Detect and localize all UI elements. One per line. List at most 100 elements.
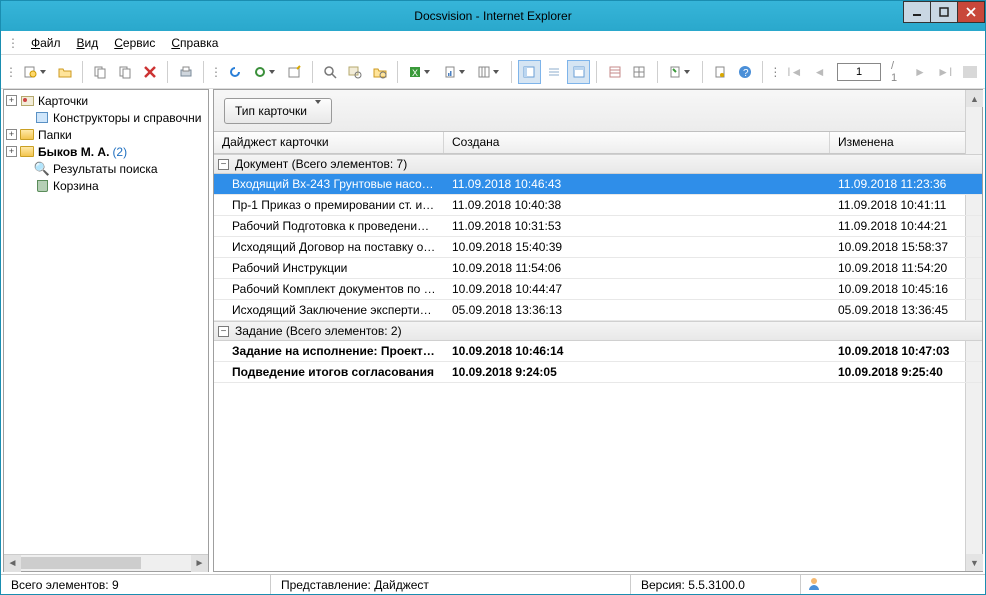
folder-icon xyxy=(20,129,34,140)
edit-button[interactable] xyxy=(283,60,306,84)
cell-digest: Рабочий Инструкции xyxy=(214,261,444,275)
table-row[interactable]: Рабочий Инструкции10.09.2018 11:54:0610.… xyxy=(214,258,982,279)
page-input[interactable] xyxy=(837,63,881,81)
page-nav-button[interactable] xyxy=(958,60,981,84)
menu-view[interactable]: Вид xyxy=(69,34,107,52)
refresh-button[interactable] xyxy=(224,60,247,84)
help-button[interactable]: ? xyxy=(734,60,757,84)
table-row[interactable]: Входящий Вх-243 Грунтовые насосы11.09.20… xyxy=(214,174,982,195)
view-grid-button[interactable] xyxy=(628,60,651,84)
group-label: Задание (Всего элементов: 2) xyxy=(235,324,402,338)
cell-created: 11.09.2018 10:31:53 xyxy=(444,219,830,233)
table-row[interactable]: Исходящий Заключение экспертизы п…05.09.… xyxy=(214,300,982,321)
card-search-button[interactable] xyxy=(344,60,367,84)
cell-digest: Подведение итогов согласования xyxy=(214,365,444,379)
settings-button[interactable] xyxy=(709,60,732,84)
scrollbar-thumb[interactable] xyxy=(21,557,141,569)
table-row[interactable]: Пр-1 Приказ о премировании ст. инж…11.09… xyxy=(214,195,982,216)
group-row[interactable]: −Документ (Всего элементов: 7) xyxy=(214,154,982,174)
export-excel-button[interactable]: X xyxy=(404,60,436,84)
view-table-button[interactable] xyxy=(603,60,626,84)
column-header-modified[interactable]: Изменена xyxy=(830,132,982,153)
print-button[interactable] xyxy=(174,60,197,84)
report-button[interactable] xyxy=(438,60,470,84)
cell-modified: 10.09.2018 9:25:40 xyxy=(830,365,982,379)
menu-help[interactable]: Справка xyxy=(163,34,226,52)
prev-page-button[interactable]: ◄ xyxy=(808,60,831,84)
cell-modified: 11.09.2018 10:44:21 xyxy=(830,219,982,233)
tree-item-constructors[interactable]: Конструкторы и справочни xyxy=(6,109,206,126)
status-total: Всего элементов: 9 xyxy=(1,575,271,594)
group-collapse-icon[interactable]: − xyxy=(218,159,229,170)
chevron-down-icon xyxy=(457,70,467,74)
tree-horizontal-scrollbar[interactable]: ◄ ► xyxy=(4,554,208,571)
search-button[interactable] xyxy=(319,60,342,84)
open-folder-button[interactable] xyxy=(53,60,76,84)
book-icon xyxy=(36,112,48,123)
menubar-grip-icon: ⋮ xyxy=(7,36,17,50)
chevron-down-icon xyxy=(267,70,277,74)
grid-header: Дайджест карточки Создана Изменена xyxy=(214,132,982,154)
tree-item-cards[interactable]: + Карточки xyxy=(6,92,206,109)
paste-button[interactable] xyxy=(114,60,137,84)
cell-created: 10.09.2018 15:40:39 xyxy=(444,240,830,254)
table-row[interactable]: Рабочий Комплект документов по про…10.09… xyxy=(214,279,982,300)
cell-digest: Входящий Вх-243 Грунтовые насосы xyxy=(214,177,444,191)
view-detail-button[interactable] xyxy=(518,60,541,84)
cell-modified: 11.09.2018 10:41:11 xyxy=(830,198,982,212)
table-row[interactable]: Рабочий Подготовка к проведению се…11.09… xyxy=(214,216,982,237)
tree-item-folders[interactable]: + Папки xyxy=(6,126,206,143)
status-version: Версия: 5.5.3100.0 xyxy=(631,575,801,594)
folder-search-button[interactable] xyxy=(368,60,391,84)
toolbar: ⋮ ⋮ xyxy=(1,55,985,89)
tree-item-trash[interactable]: Корзина xyxy=(6,177,206,194)
column-header-digest[interactable]: Дайджест карточки xyxy=(214,132,444,153)
user-icon xyxy=(807,576,821,593)
cell-created: 10.09.2018 10:44:47 xyxy=(444,282,830,296)
close-button[interactable] xyxy=(957,1,985,23)
svg-text:X: X xyxy=(412,68,418,78)
filter-button[interactable] xyxy=(664,60,696,84)
maximize-button[interactable] xyxy=(930,1,958,23)
grid-toolbar: Тип карточки xyxy=(214,90,982,132)
tree-item-count: (2) xyxy=(112,145,127,159)
chevron-down-icon xyxy=(315,104,321,118)
columns-button[interactable] xyxy=(473,60,505,84)
cell-created: 11.09.2018 10:40:38 xyxy=(444,198,830,212)
new-item-button[interactable] xyxy=(19,60,51,84)
chevron-down-icon xyxy=(38,70,48,74)
type-card-dropdown[interactable]: Тип карточки xyxy=(224,98,332,124)
scroll-up-button[interactable]: ▲ xyxy=(966,90,983,107)
table-row[interactable]: Подведение итогов согласования10.09.2018… xyxy=(214,362,982,383)
toolbar-grip-icon: ⋮ xyxy=(210,65,222,79)
copy-button[interactable] xyxy=(89,60,112,84)
search-results-icon: 🔍 xyxy=(34,162,50,176)
group-collapse-icon[interactable]: − xyxy=(218,326,229,337)
menu-file[interactable]: Файл xyxy=(23,34,69,52)
table-row[interactable]: Задание на исполнение: Проекте ра…10.09.… xyxy=(214,341,982,362)
toolbar-grip-icon: ⋮ xyxy=(769,65,781,79)
scroll-right-button[interactable]: ► xyxy=(191,555,208,572)
tree-pane: + Карточки Конструкторы и справочни + Па… xyxy=(3,89,209,572)
grid-body: −Документ (Всего элементов: 7)Входящий В… xyxy=(214,154,982,571)
chevron-down-icon xyxy=(422,70,432,74)
group-row[interactable]: −Задание (Всего элементов: 2) xyxy=(214,321,982,341)
cell-digest: Задание на исполнение: Проекте ра… xyxy=(214,344,444,358)
column-header-created[interactable]: Создана xyxy=(444,132,830,153)
next-page-button[interactable]: ► xyxy=(909,60,932,84)
scroll-left-button[interactable]: ◄ xyxy=(4,555,21,572)
minimize-button[interactable] xyxy=(903,1,931,23)
first-page-button[interactable]: I◄ xyxy=(783,60,806,84)
tree-item-search-results[interactable]: 🔍 Результаты поиска xyxy=(6,160,206,177)
table-row[interactable]: Исходящий Договор на поставку обор…10.09… xyxy=(214,237,982,258)
delete-button[interactable] xyxy=(139,60,162,84)
cell-created: 10.09.2018 9:24:05 xyxy=(444,365,830,379)
last-page-button[interactable]: ►I xyxy=(933,60,956,84)
page-total-label: / 1 xyxy=(891,60,903,84)
sync-button[interactable] xyxy=(249,60,281,84)
menu-service[interactable]: Сервис xyxy=(106,34,163,52)
tree-item-user[interactable]: + Быков М. А. (2) xyxy=(6,143,206,160)
view-list-button[interactable] xyxy=(567,60,590,84)
folder-tree[interactable]: + Карточки Конструкторы и справочни + Па… xyxy=(4,90,208,554)
view-list-simple-button[interactable] xyxy=(543,60,566,84)
